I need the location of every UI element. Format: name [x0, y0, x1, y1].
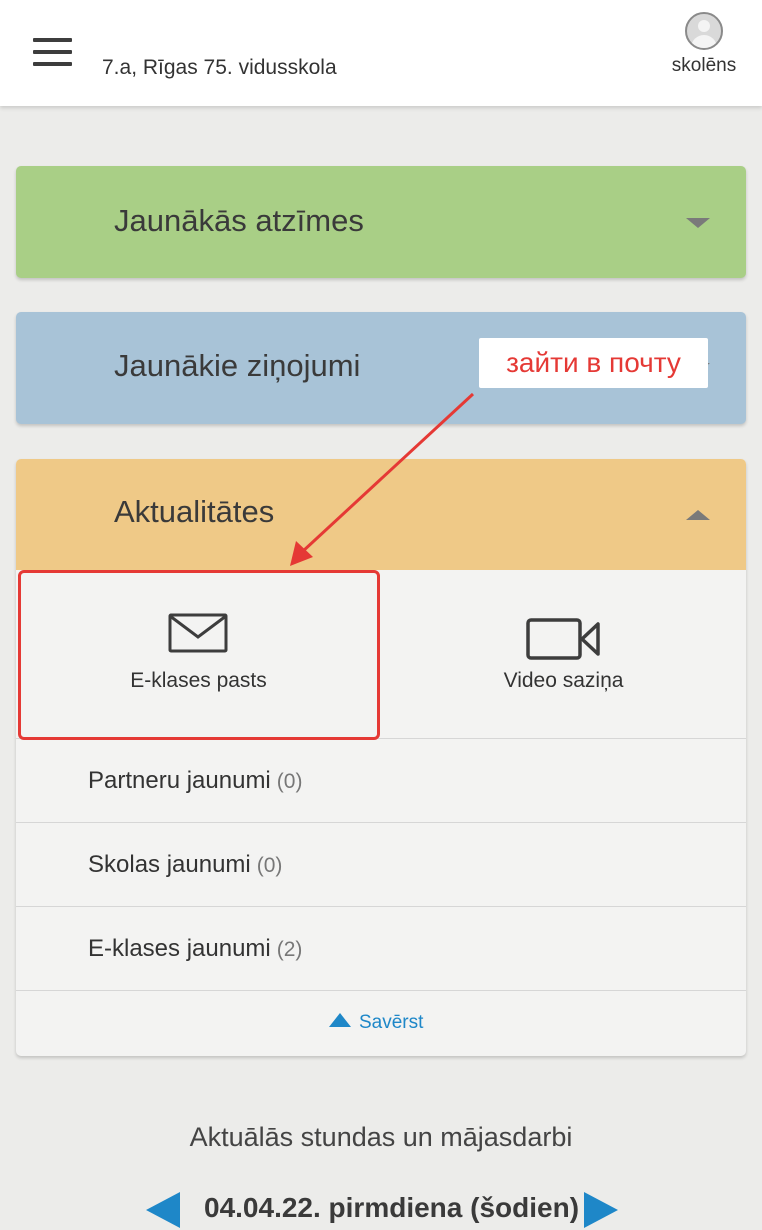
- e-mail-tile[interactable]: E-klases pasts: [16, 570, 381, 739]
- news-row-title: Partneru jaunumi: [88, 767, 271, 794]
- panel-title: Aktualitātes: [114, 494, 275, 529]
- news-row-label: Partneru jaunumi (0): [88, 767, 302, 795]
- collapse-label: Savērst: [359, 1012, 424, 1033]
- news-row-count: (0): [256, 854, 283, 877]
- video-call-tile[interactable]: Video saziņa: [381, 570, 746, 739]
- news-row-count: (0): [276, 770, 303, 793]
- news-row-count: (2): [276, 938, 303, 961]
- tile-label: E-klases pasts: [130, 669, 267, 692]
- tile-label: Video saziņa: [503, 669, 624, 692]
- latest-grades-panel[interactable]: Jaunākās atzīmes: [16, 166, 746, 278]
- news-panel: Aktualitātes E-klases pasts Video saziņa…: [16, 459, 746, 1056]
- envelope-icon: [168, 613, 228, 653]
- news-panel-header[interactable]: Aktualitātes: [16, 459, 746, 570]
- date-navigator: 04.04.22. pirmdiena (šodien): [0, 1180, 762, 1230]
- news-row-eklase[interactable]: E-klases jaunumi (2): [16, 907, 746, 991]
- news-row-title: E-klases jaunumi: [88, 935, 271, 962]
- previous-day-arrow-icon[interactable]: [146, 1192, 180, 1228]
- panel-title: Jaunākie ziņojumi: [114, 348, 361, 383]
- news-row-label: Skolas jaunumi (0): [88, 851, 282, 879]
- class-school-label: 7.a, Rīgas 75. vidusskola: [102, 56, 337, 79]
- news-row-title: Skolas jaunumi: [88, 851, 251, 878]
- profile-button[interactable]: skolēns: [664, 12, 744, 82]
- triangle-up-icon: [329, 1013, 351, 1027]
- quick-tiles: E-klases pasts Video saziņa: [16, 570, 746, 739]
- annotation-label: зайти в почту: [479, 338, 708, 388]
- next-day-arrow-icon[interactable]: [584, 1192, 618, 1228]
- chevron-up-icon: [686, 510, 710, 520]
- hamburger-menu-icon[interactable]: [33, 38, 72, 68]
- news-row-partners[interactable]: Partneru jaunumi (0): [16, 739, 746, 823]
- top-bar: 7.a, Rīgas 75. vidusskola skolēns: [0, 0, 762, 106]
- profile-label: skolēns: [671, 55, 737, 76]
- chevron-down-icon: [686, 218, 710, 228]
- current-date: 04.04.22. pirmdiena (šodien): [204, 1192, 580, 1223]
- lessons-title: Aktuālās stundas un mājasdarbi: [189, 1122, 573, 1152]
- user-avatar-icon: [685, 12, 723, 50]
- video-camera-icon: [526, 618, 600, 660]
- collapse-inner: Savērst: [329, 1012, 423, 1034]
- news-row-school[interactable]: Skolas jaunumi (0): [16, 823, 746, 907]
- news-row-label: E-klases jaunumi (2): [88, 935, 302, 963]
- panel-title: Jaunākās atzīmes: [114, 203, 364, 238]
- collapse-button[interactable]: Savērst: [16, 991, 746, 1056]
